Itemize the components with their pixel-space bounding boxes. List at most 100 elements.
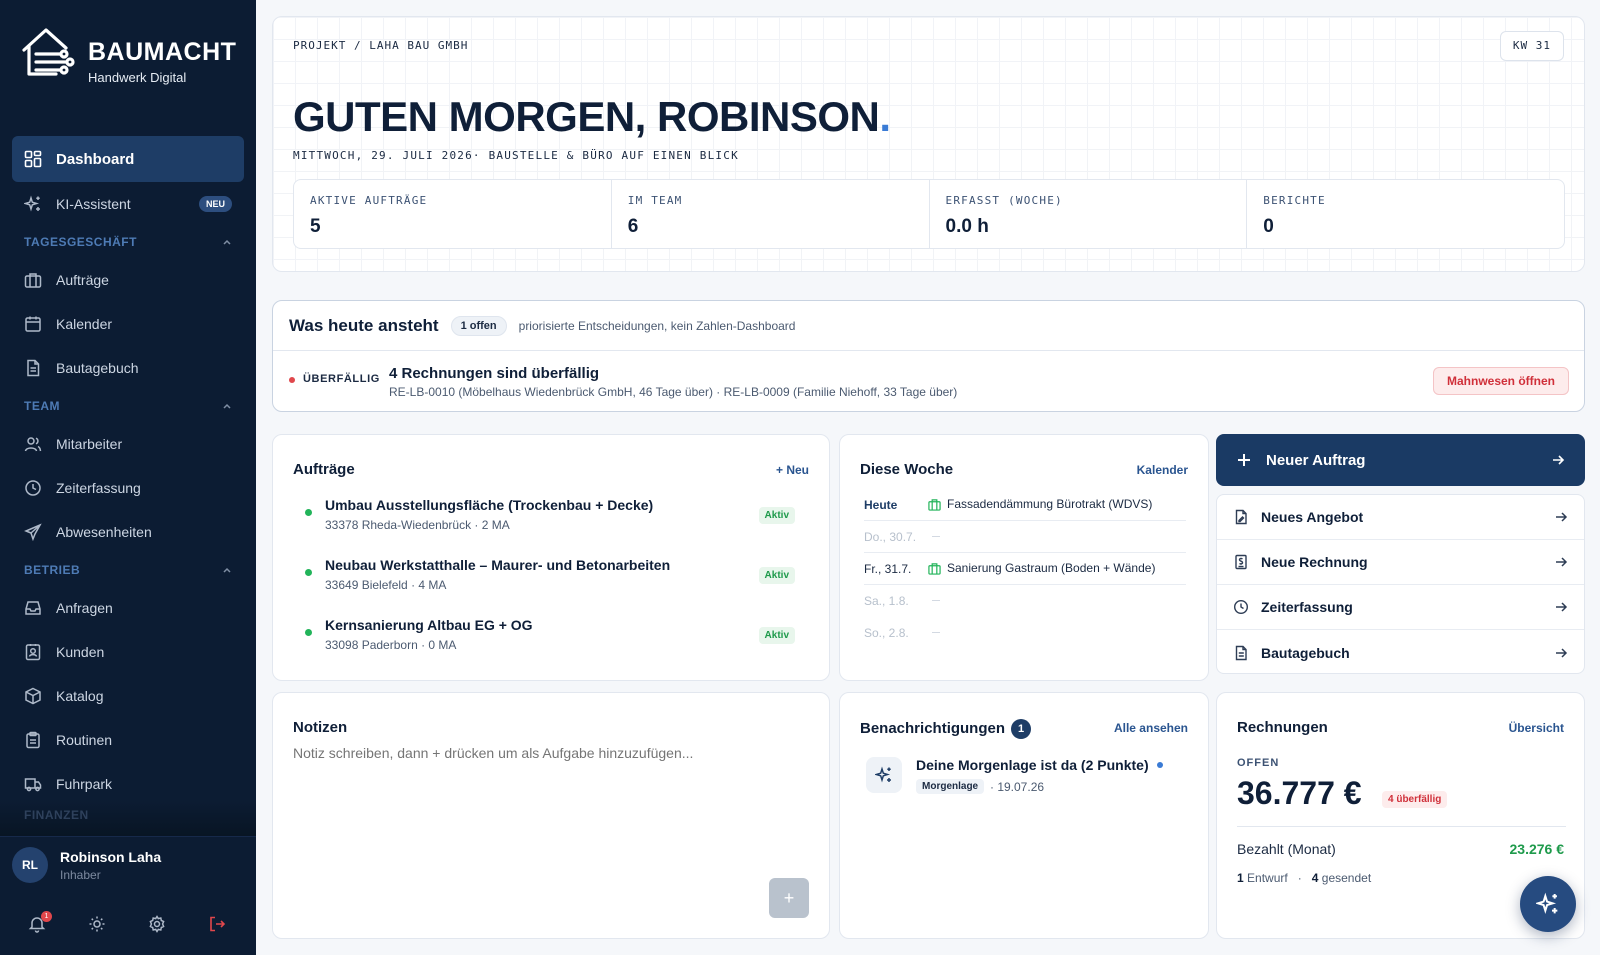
divider	[1237, 826, 1566, 827]
status-badge: Aktiv	[758, 627, 795, 644]
brand-logo[interactable]: BAUMACHT Handwerk Digital	[20, 24, 260, 90]
construction-diary-button[interactable]: Bautagebuch	[1217, 630, 1584, 675]
ai-assistant-fab[interactable]	[1520, 876, 1576, 932]
logout-button[interactable]	[208, 915, 228, 935]
day-row[interactable]: So., 2.8.	[864, 617, 1186, 649]
empty-day-dash	[932, 600, 940, 601]
user-role: Inhaber	[60, 868, 101, 882]
new-order-button[interactable]: Neuer Auftrag	[1216, 434, 1585, 486]
stat-aktive-auftraege[interactable]: AKTIVE AUFTRÄGE 5	[294, 180, 612, 248]
notifications-button[interactable]: 1	[28, 911, 52, 935]
hero-panel: PROJEKT / LAHA BAU GMBH KW 31 GUTEN MORG…	[272, 16, 1585, 272]
notification-item[interactable]: Deine Morgenlage ist da (2 Punkte) Morge…	[866, 757, 1186, 807]
day-row[interactable]: Sa., 1.8.	[864, 585, 1186, 617]
breadcrumb[interactable]: PROJEKT / LAHA BAU GMBH	[293, 39, 468, 52]
brand-name: BAUMACHT	[88, 38, 237, 66]
sidebar-item-ki-assistent[interactable]: KI-Assistent NEU	[12, 182, 244, 226]
section-label: BETRIEB	[24, 563, 81, 577]
sidebar-item-auftraege[interactable]: Aufträge	[12, 258, 244, 302]
paid-label: Bezahlt (Monat)	[1237, 841, 1336, 857]
notification-date: · 19.07.26	[990, 780, 1045, 794]
order-title: Kernsanierung Altbau EG + OG	[325, 617, 533, 633]
truck-icon	[24, 778, 42, 792]
stat-erfasst-woche[interactable]: ERFASST (WOCHE) 0.0 h	[930, 180, 1248, 248]
sidebar-item-dashboard[interactable]: Dashboard	[12, 136, 244, 182]
stat-value: 0	[1263, 216, 1274, 237]
stat-im-team[interactable]: IM TEAM 6	[612, 180, 930, 248]
sidebar-section-tagesgeschaeft[interactable]: TAGESGESCHÄFT	[12, 226, 244, 258]
new-badge: NEU	[198, 196, 232, 212]
stat-label: AKTIVE AUFTRÄGE	[310, 194, 428, 207]
sidebar-section-team[interactable]: TEAM	[12, 390, 244, 422]
sidebar-section-finanzen[interactable]: FINANZEN	[0, 800, 256, 836]
avatar: RL	[12, 847, 48, 883]
sidebar-item-zeiterfassung[interactable]: Zeiterfassung	[12, 466, 244, 510]
date-line: MITTWOCH, 29. JULI 2026· BAUSTELLE & BÜR…	[293, 149, 739, 162]
sidebar-item-routinen[interactable]: Routinen	[12, 718, 244, 762]
stat-berichte[interactable]: BERICHTE 0	[1247, 180, 1564, 248]
day-row[interactable]: Heute Fassadendämmung Bürotrakt (WDVS)	[864, 489, 1186, 521]
paid-value: 23.276 €	[1509, 841, 1565, 857]
time-tracking-button[interactable]: Zeiterfassung	[1217, 585, 1584, 630]
day-label: Heute	[864, 498, 898, 512]
sidebar-item-abwesenheiten[interactable]: Abwesenheiten	[12, 510, 244, 554]
sidebar-item-katalog[interactable]: Katalog	[12, 674, 244, 718]
day-row[interactable]: Do., 30.7.	[864, 521, 1186, 553]
house-circuit-icon	[22, 28, 75, 76]
stat-label: IM TEAM	[627, 194, 683, 207]
briefcase-icon	[24, 273, 42, 288]
mahnwesen-button[interactable]: Mahnwesen öffnen	[1432, 367, 1569, 395]
sidebar-section-betrieb[interactable]: BETRIEB	[12, 554, 244, 586]
status-dot	[305, 629, 312, 636]
today-item-overdue[interactable]: ÜBERFÄLLIG 4 Rechnungen sind überfällig …	[289, 363, 1569, 403]
calendar-link[interactable]: Kalender	[1137, 463, 1188, 477]
theme-toggle-button[interactable]	[88, 915, 108, 935]
document-icon	[27, 359, 40, 377]
day-row[interactable]: Fr., 31.7. Sanierung Gastraum (Boden + W…	[864, 553, 1186, 585]
overdue-badge[interactable]: 4 überfällig	[1382, 791, 1448, 808]
list-item[interactable]: Neubau Werkstatthalle – Maurer- und Beto…	[305, 557, 815, 597]
user-name: Robinson Laha	[60, 849, 162, 865]
user-profile[interactable]: RL Robinson Laha Inhaber	[0, 836, 256, 896]
sun-icon	[89, 916, 105, 932]
order-subtitle: 33649 Bielefeld · 4 MA	[325, 578, 447, 592]
add-note-button[interactable]: +	[769, 878, 809, 918]
plus-icon	[1238, 454, 1250, 466]
sent-label: gesendet	[1321, 871, 1372, 885]
section-label: TAGESGESCHÄFT	[24, 235, 137, 249]
card-title: Benachrichtigungen 1	[860, 719, 1032, 739]
button-label: Neues Angebot	[1261, 509, 1364, 525]
list-item[interactable]: Umbau Ausstellungsfläche (Trockenbau + D…	[305, 497, 815, 537]
open-count-badge: 1 offen	[450, 315, 507, 336]
sidebar-item-kalender[interactable]: Kalender	[12, 302, 244, 346]
sidebar-item-kunden[interactable]: Kunden	[12, 630, 244, 674]
notifications-card: Benachrichtigungen 1 Alle ansehen Deine M…	[839, 692, 1209, 939]
sidebar-item-mitarbeiter[interactable]: Mitarbeiter	[12, 422, 244, 466]
document-edit-icon	[1235, 509, 1247, 525]
logout-icon	[210, 916, 226, 932]
sidebar-item-anfragen[interactable]: Anfragen	[12, 586, 244, 630]
chevron-up-icon	[223, 403, 231, 409]
calendar-event[interactable]: Sanierung Gastraum (Boden + Wände)	[928, 561, 1155, 575]
new-order-link[interactable]: + Neu	[776, 463, 809, 477]
list-item[interactable]: Kernsanierung Altbau EG + OG 33098 Pader…	[305, 617, 815, 657]
sidebar-item-bautagebuch[interactable]: Bautagebuch	[12, 346, 244, 390]
empty-day-dash	[932, 632, 940, 633]
separator: ·	[1297, 871, 1302, 885]
card-title: Notizen	[293, 719, 348, 736]
overview-link[interactable]: Übersicht	[1509, 721, 1564, 735]
sparkles-icon	[24, 195, 40, 212]
calendar-event[interactable]: Fassadendämmung Bürotrakt (WDVS)	[928, 497, 1152, 511]
view-all-link[interactable]: Alle ansehen	[1114, 721, 1188, 735]
week-card: Diese Woche Kalender Heute Fassadendämmu…	[839, 434, 1209, 681]
settings-button[interactable]	[148, 915, 168, 935]
page-title: GUTEN MORGEN, ROBINSON.	[293, 93, 891, 141]
briefcase-icon	[928, 498, 941, 511]
day-label: So., 2.8.	[864, 626, 909, 640]
note-input[interactable]	[293, 745, 803, 761]
button-label: Zeiterfassung	[1261, 599, 1353, 615]
notification-title-text: Deine Morgenlage ist da (2 Punkte)	[916, 757, 1149, 773]
new-invoice-button[interactable]: Neue Rechnung	[1217, 540, 1584, 585]
sidebar-item-label: Dashboard	[56, 150, 135, 168]
new-offer-button[interactable]: Neues Angebot	[1217, 495, 1584, 540]
